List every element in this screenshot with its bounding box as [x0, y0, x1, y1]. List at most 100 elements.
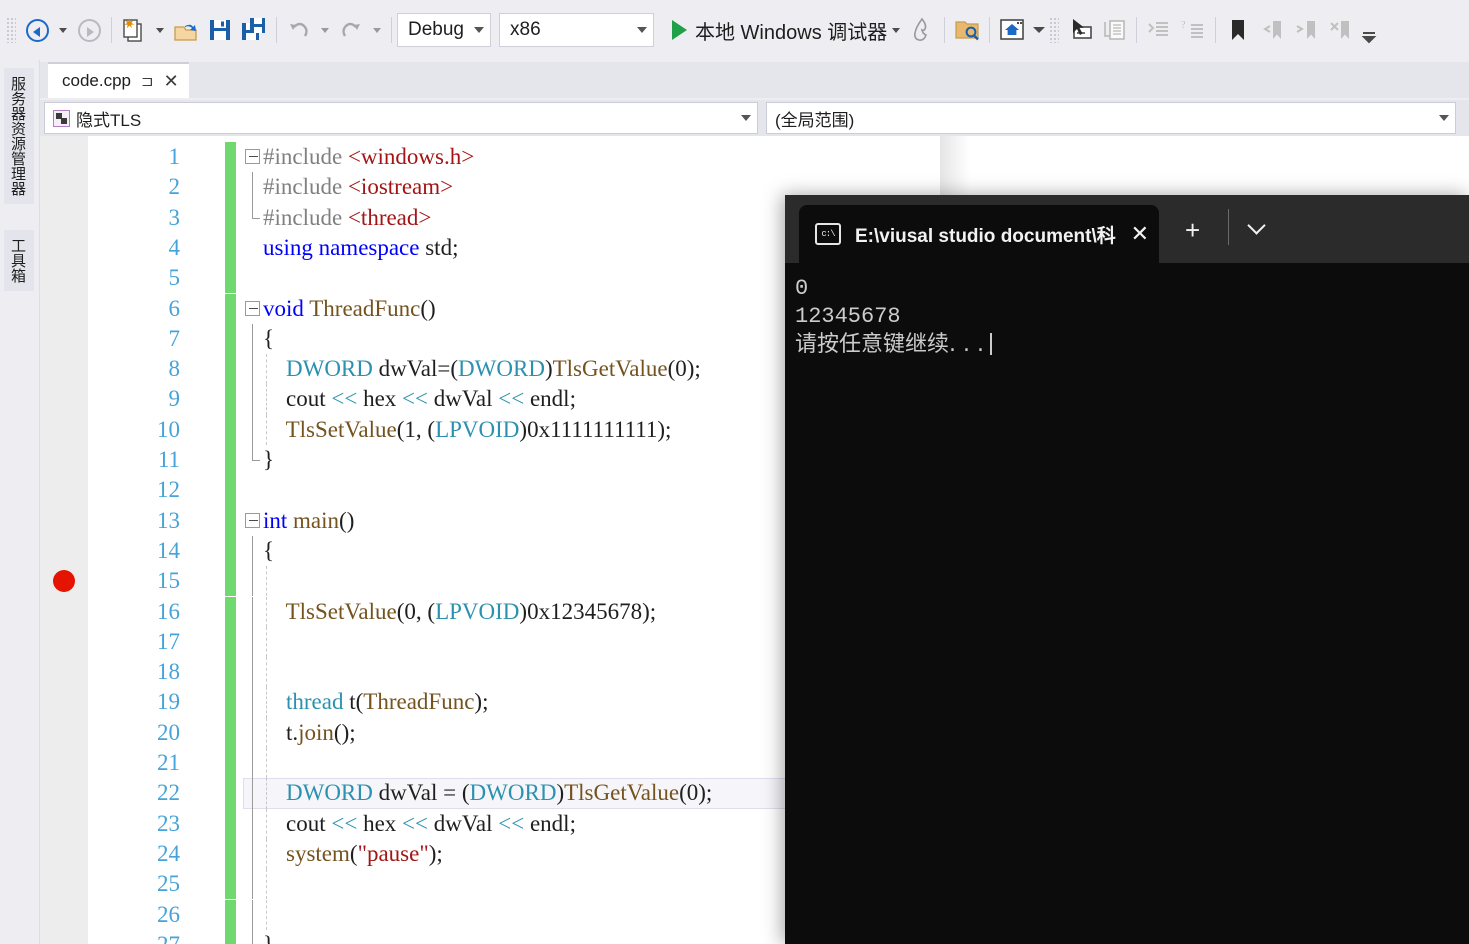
- toggle-bookmark-button[interactable]: [1221, 12, 1255, 48]
- line-number: 11: [157, 447, 180, 472]
- project-scope-dropdown[interactable]: 隐式TLS: [44, 102, 758, 134]
- forward-arrow-icon: [77, 18, 101, 42]
- code-text: #include <iostream>: [263, 172, 453, 202]
- fold-guide-line: [252, 929, 253, 944]
- save-all-button[interactable]: [237, 12, 271, 48]
- chevron-down-icon[interactable]: [1247, 216, 1266, 235]
- fold-guide-line: [252, 172, 253, 203]
- overflow-chevron-icon: [1361, 32, 1377, 44]
- code-token: <<: [498, 810, 525, 836]
- save-all-icon: [242, 18, 265, 40]
- solution-explorer-button[interactable]: [995, 12, 1029, 48]
- navigate-backward-button[interactable]: [20, 12, 54, 48]
- solution-explorer-overflow-caret[interactable]: [1029, 12, 1049, 48]
- fold-collapse-icon[interactable]: [245, 300, 260, 316]
- redo-dropdown-caret-icon[interactable]: [373, 27, 381, 33]
- fold-guide-line: [252, 869, 253, 900]
- sidebar-item-toolbox[interactable]: 工具箱: [4, 230, 34, 291]
- windows-terminal-window[interactable]: c:\ E:\viusal studio document\科 ✕ + 0 12…: [785, 195, 1469, 944]
- breakpoint-gutter[interactable]: [40, 136, 88, 944]
- fold-collapse-icon[interactable]: [245, 149, 260, 164]
- code-text: }: [263, 445, 274, 475]
- redo-arrow-icon: [342, 22, 360, 37]
- undo-arrow-icon: [290, 22, 308, 37]
- open-folder-icon: [174, 24, 197, 41]
- clear-bookmarks-button[interactable]: [1323, 12, 1357, 48]
- comment-selection-button[interactable]: [1142, 12, 1176, 48]
- code-token: }: [263, 447, 275, 472]
- code-token: <<: [498, 386, 525, 412]
- terminal-output[interactable]: 0 12345678 请按任意键继续. . .: [785, 263, 1469, 944]
- property-pages-button[interactable]: [1097, 12, 1131, 48]
- line-number: 23: [157, 810, 180, 836]
- code-token: (0, (: [396, 598, 436, 624]
- toolbar-grip[interactable]: [6, 17, 16, 43]
- bookmark-icon: [1232, 20, 1245, 40]
- code-token: <<: [402, 810, 428, 836]
- find-in-files-button[interactable]: [950, 12, 984, 48]
- svg-text:?: ?: [1181, 20, 1186, 31]
- chevron-down-icon: [741, 115, 751, 121]
- indent-guide: [266, 566, 267, 597]
- pin-icon[interactable]: ⊐: [141, 72, 154, 90]
- code-text: void ThreadFunc(): [263, 294, 436, 324]
- fold-guide-line: [252, 323, 253, 355]
- code-token: LPVOID: [435, 416, 520, 442]
- hot-reload-button[interactable]: [905, 12, 939, 48]
- code-token: LPVOID: [435, 598, 520, 624]
- document-tab-code-cpp[interactable]: code.cpp ⊐ ✕: [48, 62, 189, 98]
- code-text: int main(): [263, 506, 354, 536]
- redo-button[interactable]: [334, 12, 368, 48]
- new-item-button[interactable]: [117, 12, 151, 48]
- code-token: join: [298, 719, 334, 745]
- start-debugging-button[interactable]: 本地 Windows 调试器: [668, 12, 887, 48]
- toolbar-separator: [1215, 17, 1217, 43]
- fold-collapse-icon[interactable]: [245, 512, 260, 528]
- toolbar-overflow-button[interactable]: [1357, 12, 1381, 48]
- terminal-toolbar-separator: [1228, 209, 1229, 245]
- terminal-prompt-text: 请按任意键继续. . .: [795, 332, 984, 357]
- change-bar: [225, 717, 236, 748]
- new-item-dropdown-caret-icon[interactable]: [156, 27, 164, 33]
- start-debugging-label: 本地 Windows 调试器: [695, 21, 888, 44]
- back-dropdown-caret-icon[interactable]: [59, 27, 67, 33]
- toolbar-separator: [944, 17, 946, 43]
- save-button[interactable]: [203, 12, 237, 48]
- fold-guide-line: [252, 899, 253, 930]
- next-bookmark-button[interactable]: [1289, 12, 1323, 48]
- solution-home-icon: [1000, 19, 1025, 40]
- undo-button[interactable]: [282, 12, 316, 48]
- uncomment-selection-button[interactable]: ?: [1176, 12, 1210, 48]
- solution-platform-dropdown[interactable]: x86: [499, 13, 654, 47]
- open-file-button[interactable]: [169, 12, 203, 48]
- line-number: 17: [157, 628, 180, 654]
- code-token: ThreadFunc: [363, 689, 475, 715]
- debug-target-caret-icon[interactable]: [892, 27, 901, 33]
- code-line[interactable]: 1 #include <windows.h>: [88, 142, 1469, 173]
- toolbar-grip-2[interactable]: [1049, 17, 1060, 43]
- terminal-tab[interactable]: c:\ E:\viusal studio document\科 ✕: [799, 205, 1159, 263]
- close-icon[interactable]: ✕: [1131, 223, 1149, 245]
- new-tab-icon[interactable]: +: [1185, 217, 1200, 243]
- line-number: 21: [157, 750, 180, 775]
- properties-window-button[interactable]: [1063, 12, 1097, 48]
- fold-guide-line: [252, 717, 253, 748]
- code-token: (1, (: [396, 416, 436, 442]
- close-icon[interactable]: ✕: [164, 72, 179, 90]
- code-token: <<: [402, 386, 428, 412]
- change-bar: [225, 293, 236, 324]
- undo-dropdown-caret-icon[interactable]: [321, 27, 329, 33]
- navigate-forward-button[interactable]: [72, 12, 106, 48]
- line-number: 19: [157, 689, 180, 715]
- solution-configuration-dropdown[interactable]: Debug: [397, 13, 491, 47]
- code-text: DWORD dwVal = (DWORD)TlsGetValue(0);: [263, 778, 712, 808]
- code-text: {: [263, 536, 274, 566]
- previous-bookmark-button[interactable]: [1255, 12, 1289, 48]
- member-scope-dropdown[interactable]: (全局范围): [766, 102, 1456, 134]
- sidebar-item-server-explorer[interactable]: 服务器资源管理器: [4, 68, 34, 204]
- breakpoint-marker[interactable]: [53, 570, 75, 593]
- code-token: )0x1111111111);: [519, 416, 672, 442]
- change-bar: [225, 869, 236, 900]
- change-bar: [225, 202, 236, 233]
